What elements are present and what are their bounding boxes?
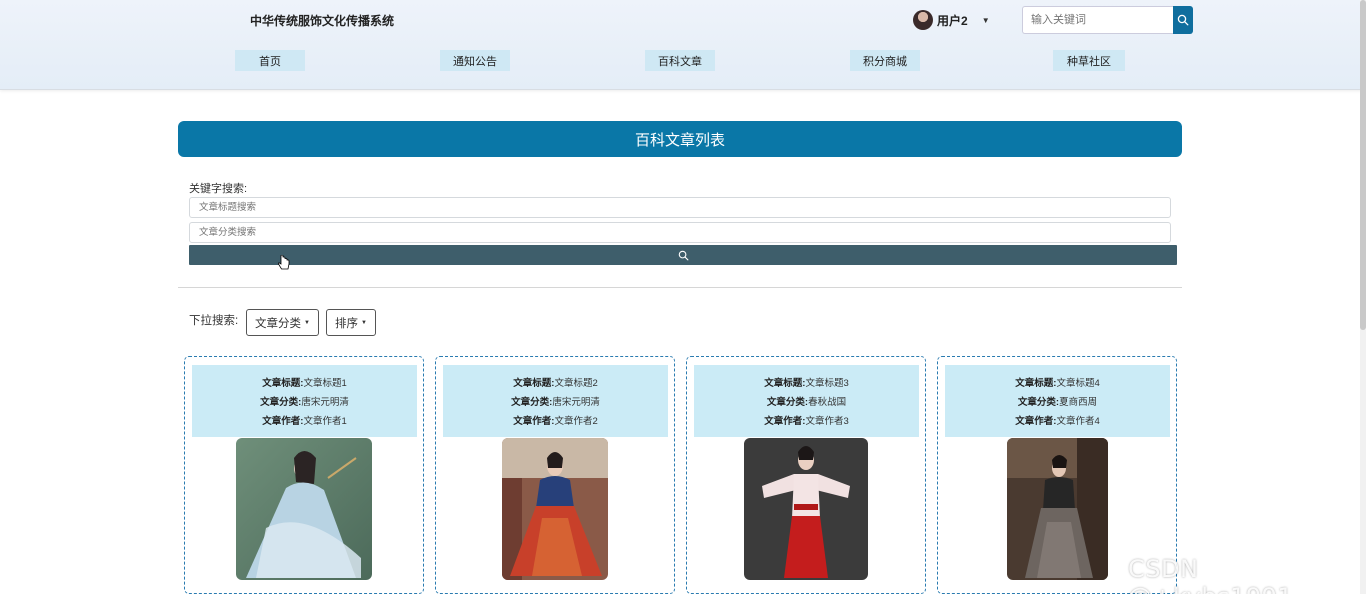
- nav-item-points-mall[interactable]: 积分商城: [850, 50, 920, 71]
- site-title: 中华传统服饰文化传播系统: [250, 14, 395, 28]
- title-search-input[interactable]: [189, 197, 1171, 218]
- nav-item-home[interactable]: 首页: [235, 50, 305, 71]
- article-author-line: 文章作者:文章作者3: [764, 413, 848, 427]
- chevron-down-icon: ▼: [981, 15, 990, 25]
- author-label: 文章作者:: [262, 416, 304, 427]
- article-info: 文章标题:文章标题4 文章分类:夏商西周 文章作者:文章作者4: [945, 365, 1170, 437]
- caret-down-icon: ▼: [361, 319, 367, 326]
- article-card[interactable]: 文章标题:文章标题3 文章分类:春秋战国 文章作者:文章作者3: [686, 356, 926, 594]
- article-title: 文章标题4: [1056, 378, 1100, 389]
- article-title-line: 文章标题:文章标题1: [262, 375, 346, 389]
- header-search-input[interactable]: [1022, 6, 1173, 34]
- article-info: 文章标题:文章标题2 文章分类:唐宋元明清 文章作者:文章作者2: [443, 365, 668, 437]
- nav-item-notice[interactable]: 通知公告: [440, 50, 510, 71]
- article-image[interactable]: [1007, 438, 1108, 580]
- article-author: 文章作者3: [805, 416, 849, 427]
- site-header: 中华传统服饰文化传播系统 用户2 ▼ 首页 通知公告 百科文章 积分商城 种草社…: [0, 0, 1366, 90]
- header-search: [1022, 6, 1193, 34]
- search-icon: [1177, 14, 1189, 26]
- article-info: 文章标题:文章标题1 文章分类:唐宋元明清 文章作者:文章作者1: [192, 365, 417, 437]
- watermark: CSDN @+kybs1991: [1128, 555, 1293, 594]
- article-category: 春秋战国: [808, 397, 847, 408]
- author-label: 文章作者:: [764, 416, 806, 427]
- article-category-line: 文章分类:唐宋元明清: [260, 394, 349, 408]
- article-title: 文章标题1: [303, 378, 347, 389]
- avatar: [913, 10, 933, 30]
- article-title-line: 文章标题:文章标题3: [764, 375, 848, 389]
- article-image[interactable]: [502, 438, 608, 580]
- article-category: 唐宋元明清: [301, 397, 349, 408]
- article-title-line: 文章标题:文章标题2: [513, 375, 597, 389]
- article-author-line: 文章作者:文章作者2: [513, 413, 597, 427]
- article-title: 文章标题2: [554, 378, 598, 389]
- dropdown-search-label: 下拉搜索:: [189, 315, 239, 327]
- category-label: 文章分类:: [1017, 397, 1060, 408]
- article-category-line: 文章分类:春秋战国: [767, 394, 846, 408]
- article-info: 文章标题:文章标题3 文章分类:春秋战国 文章作者:文章作者3: [694, 365, 919, 437]
- article-category-line: 文章分类:唐宋元明清: [511, 394, 600, 408]
- author-label: 文章作者:: [1015, 416, 1057, 427]
- category-dropdown[interactable]: 文章分类 ▼: [246, 309, 319, 336]
- scrollbar[interactable]: [1360, 0, 1366, 594]
- nav-item-encyclopedia[interactable]: 百科文章: [645, 50, 715, 71]
- divider: [178, 287, 1182, 288]
- article-category: 夏商西周: [1059, 397, 1098, 408]
- category-label: 文章分类:: [766, 397, 809, 408]
- article-author: 文章作者2: [554, 416, 598, 427]
- scrollbar-thumb[interactable]: [1360, 0, 1366, 330]
- article-title: 文章标题3: [805, 378, 849, 389]
- category-label: 文章分类:: [260, 397, 302, 408]
- article-image[interactable]: [744, 438, 868, 580]
- article-author-line: 文章作者:文章作者4: [1015, 413, 1099, 427]
- title-label: 文章标题:: [513, 378, 555, 389]
- category-search-input[interactable]: [189, 222, 1171, 243]
- article-card[interactable]: 文章标题:文章标题1 文章分类:唐宋元明清 文章作者:文章作者1: [184, 356, 424, 594]
- author-label: 文章作者:: [513, 416, 555, 427]
- caret-down-icon: ▼: [304, 319, 310, 326]
- article-author: 文章作者1: [303, 416, 347, 427]
- article-author: 文章作者4: [1056, 416, 1100, 427]
- search-button[interactable]: [189, 245, 1177, 265]
- article-title-line: 文章标题:文章标题4: [1015, 375, 1099, 389]
- title-label: 文章标题:: [764, 378, 806, 389]
- category-dropdown-label: 文章分类: [255, 317, 302, 330]
- article-card[interactable]: 文章标题:文章标题2 文章分类:唐宋元明清 文章作者:文章作者2: [435, 356, 675, 594]
- category-label: 文章分类:: [511, 397, 553, 408]
- title-label: 文章标题:: [1015, 378, 1057, 389]
- article-category-line: 文章分类:夏商西周: [1018, 394, 1097, 408]
- title-label: 文章标题:: [262, 378, 304, 389]
- article-image[interactable]: [236, 438, 372, 580]
- article-author-line: 文章作者:文章作者1: [262, 413, 346, 427]
- sort-dropdown[interactable]: 排序 ▼: [326, 309, 376, 336]
- keyword-search-label: 关键字搜索:: [189, 183, 248, 195]
- nav-item-community[interactable]: 种草社区: [1053, 50, 1125, 71]
- user-menu[interactable]: 用户2 ▼: [913, 10, 990, 30]
- page-title: 百科文章列表: [178, 121, 1182, 157]
- article-category: 唐宋元明清: [552, 397, 600, 408]
- hand-cursor-icon: [277, 255, 290, 270]
- sort-dropdown-label: 排序: [335, 317, 359, 330]
- search-icon: [678, 250, 688, 260]
- header-search-button[interactable]: [1173, 6, 1193, 34]
- user-name: 用户2: [937, 13, 968, 28]
